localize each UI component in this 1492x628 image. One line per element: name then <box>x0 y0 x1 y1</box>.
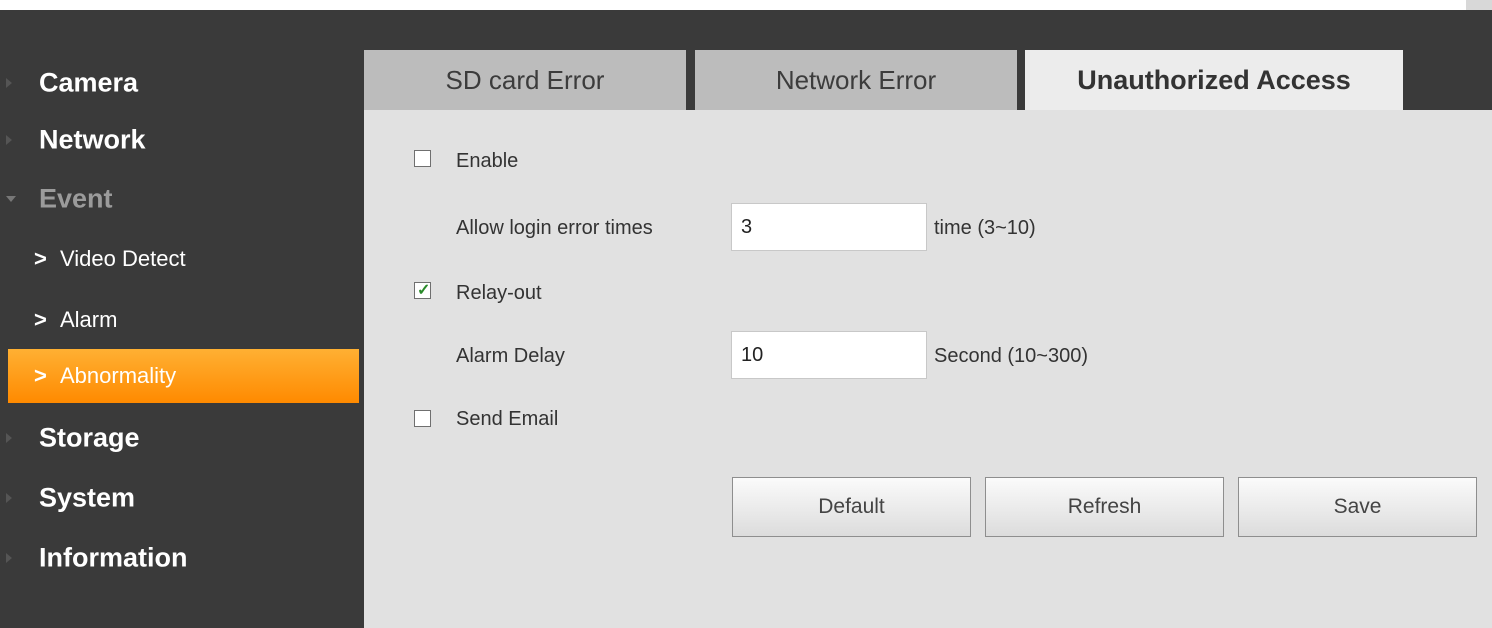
caret-down-icon <box>6 196 16 202</box>
sidebar-item-system[interactable]: System <box>6 476 359 520</box>
sidebar-item-camera[interactable]: Camera <box>6 61 359 105</box>
save-button[interactable]: Save <box>1238 477 1477 537</box>
tab-sd-card-error[interactable]: SD card Error <box>364 50 686 110</box>
chevron-right-icon: > <box>34 363 47 388</box>
top-strip-corner <box>1466 0 1492 10</box>
alarm-delay-input[interactable] <box>731 331 927 379</box>
send-email-checkbox[interactable] <box>414 410 431 427</box>
chevron-right-icon: > <box>34 246 47 271</box>
login-error-unit: time (3~10) <box>934 217 1036 239</box>
tab-unauthorized-access[interactable]: Unauthorized Access <box>1025 50 1403 110</box>
refresh-button[interactable]: Refresh <box>985 477 1224 537</box>
enable-checkbox[interactable] <box>414 150 431 167</box>
sidebar-item-label: Event <box>39 183 113 214</box>
login-error-label: Allow login error times <box>456 217 653 239</box>
caret-right-icon <box>6 493 12 503</box>
sidebar-item-label: Camera <box>39 67 139 98</box>
send-email-label: Send Email <box>456 408 559 430</box>
chevron-right-icon: > <box>34 307 47 332</box>
caret-right-icon <box>6 135 12 145</box>
sidebar-subitem-label: Video Detect <box>60 246 186 271</box>
caret-right-icon <box>6 553 12 563</box>
sidebar-subitem-label: Abnormality <box>60 363 177 388</box>
sidebar-item-network[interactable]: Network <box>6 118 359 162</box>
login-error-input[interactable] <box>731 203 927 251</box>
sidebar: Camera Network Event > Video Detect > Al… <box>6 10 359 628</box>
sidebar-item-label: System <box>39 482 136 513</box>
alarm-delay-unit: Second (10~300) <box>934 345 1089 367</box>
default-button[interactable]: Default <box>732 477 971 537</box>
sidebar-subitem-label: Alarm <box>60 307 118 332</box>
relay-out-label: Relay-out <box>456 282 542 304</box>
relay-out-checkbox[interactable]: ✓ <box>414 282 431 299</box>
sidebar-item-information[interactable]: Information <box>6 536 359 580</box>
caret-right-icon <box>6 78 12 88</box>
sidebar-item-label: Information <box>39 542 188 573</box>
sidebar-item-event[interactable]: Event <box>6 177 359 221</box>
sidebar-subitem-video-detect[interactable]: > Video Detect <box>8 239 359 279</box>
tab-network-error[interactable]: Network Error <box>695 50 1017 110</box>
checkmark-icon: ✓ <box>417 282 431 299</box>
caret-right-icon <box>6 433 12 443</box>
settings-panel <box>364 110 1492 628</box>
alarm-delay-label: Alarm Delay <box>456 345 565 367</box>
sidebar-subitem-abnormality[interactable]: > Abnormality <box>8 349 359 403</box>
enable-label: Enable <box>456 150 519 172</box>
sidebar-subitem-alarm[interactable]: > Alarm <box>8 300 359 340</box>
top-strip <box>0 0 1492 10</box>
sidebar-item-label: Storage <box>39 422 140 453</box>
sidebar-item-storage[interactable]: Storage <box>6 416 359 460</box>
sidebar-item-label: Network <box>39 124 146 155</box>
